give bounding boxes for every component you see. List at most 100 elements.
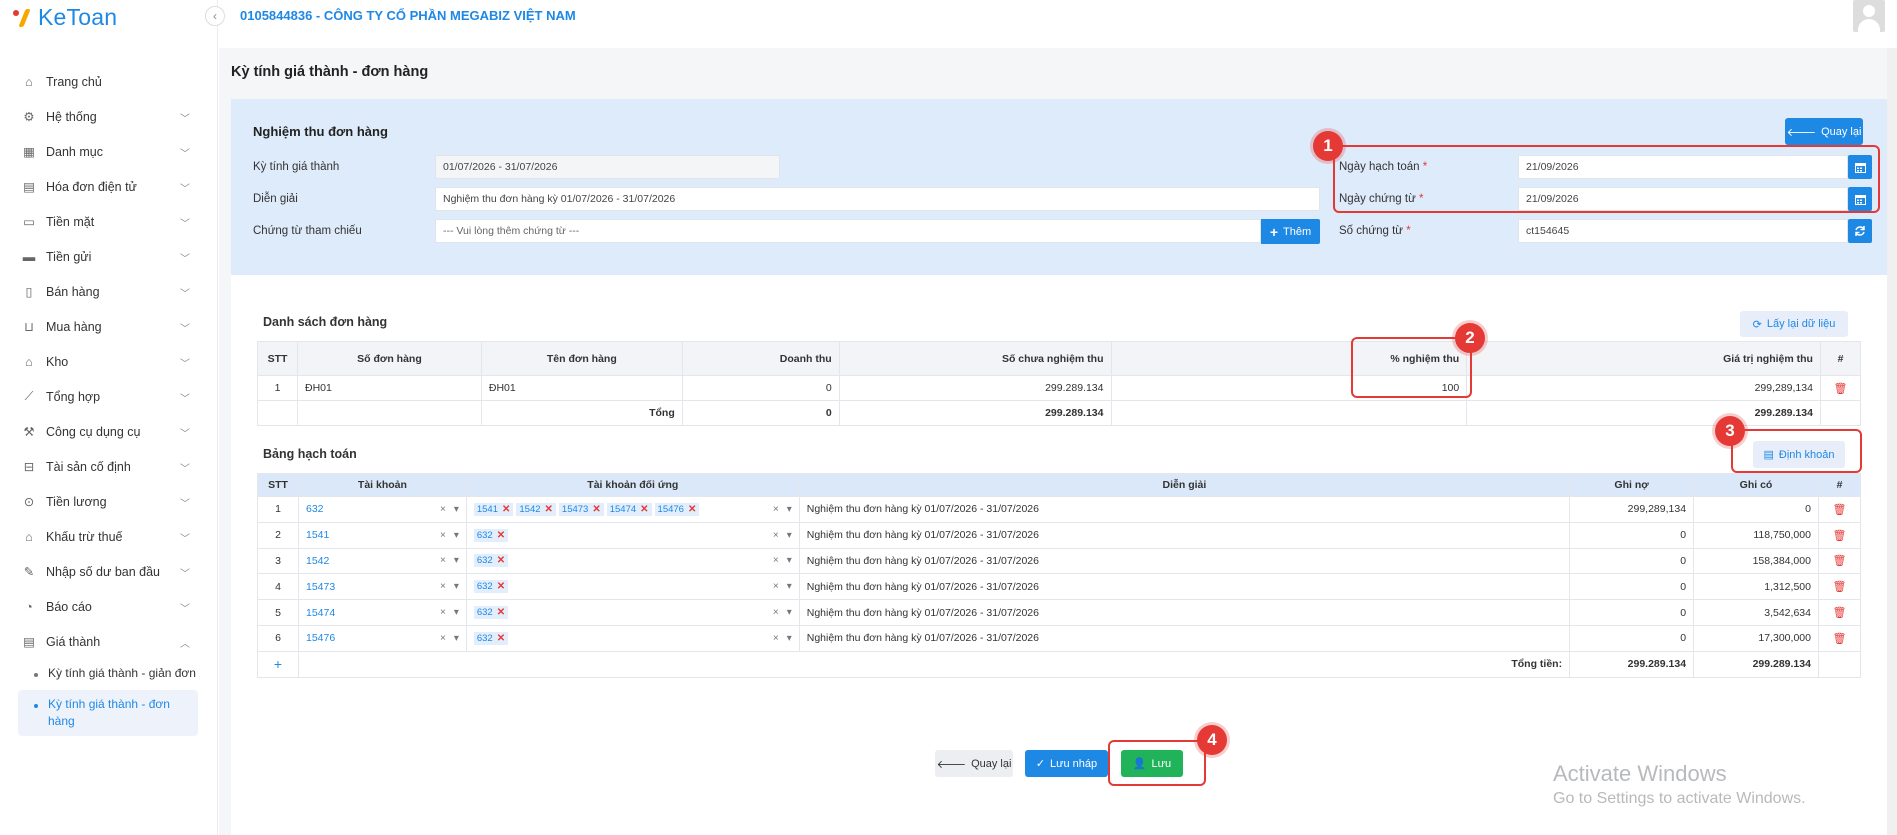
sidebar-item[interactable]: ⌂ Trang chủ — [0, 64, 218, 99]
debit-input[interactable]: 0 — [1569, 547, 1695, 575]
description-input[interactable]: Nghiệm thu đơn hàng kỳ 01/07/2026 - 31/0… — [435, 187, 1320, 211]
sidebar-item[interactable]: ⊟ Tài sản cố định ﹀ — [0, 449, 218, 484]
caret-down-icon[interactable]: ▾ — [454, 530, 459, 541]
debit-input[interactable]: 299,289,134 — [1569, 496, 1695, 523]
sidebar-item[interactable]: ▬ Tiền gửi ﹀ — [0, 239, 218, 274]
account-tag[interactable]: 1542 ✕ — [516, 502, 556, 516]
trash-icon[interactable]: 🗑 — [1817, 573, 1862, 601]
remove-tag-icon[interactable]: ✕ — [497, 581, 505, 592]
clear-icon[interactable]: × — [773, 504, 779, 515]
credit-input[interactable]: 0 — [1693, 496, 1819, 523]
company-name[interactable]: 0105844836 - CÔNG TY CỔ PHẦN MEGABIZ VIỆ… — [240, 8, 576, 23]
clear-icon[interactable]: × — [440, 581, 446, 592]
account-value[interactable]: 1541 — [306, 529, 329, 541]
contra-account-select[interactable]: 632 ✕ × ▾ — [465, 547, 800, 575]
save-draft-button[interactable]: ✓ Lưu nháp — [1025, 750, 1108, 777]
trash-icon[interactable]: 🗑 — [1817, 521, 1862, 549]
credit-input[interactable]: 17,300,000 — [1693, 624, 1819, 652]
caret-down-icon[interactable]: ▾ — [787, 504, 792, 515]
account-tag[interactable]: 632 ✕ — [473, 554, 509, 568]
account-tag[interactable]: 15476 ✕ — [654, 502, 700, 516]
voucher-no-input[interactable]: ct154645 — [1518, 219, 1848, 243]
sidebar-item[interactable]: ▭ Tiền mặt ﹀ — [0, 204, 218, 239]
account-select[interactable]: 15473 × ▾ — [297, 573, 467, 601]
debit-input[interactable]: 0 — [1569, 573, 1695, 601]
sidebar-item[interactable]: ◔ Báo cáo ﹀ — [0, 589, 218, 624]
contra-account-select[interactable]: 632 ✕ × ▾ — [465, 521, 800, 549]
clear-icon[interactable]: × — [773, 555, 779, 566]
add-row-button[interactable]: + — [257, 650, 299, 678]
sidebar-item[interactable]: ⌂ Kho ﹀ — [0, 344, 218, 379]
caret-down-icon[interactable]: ▾ — [787, 607, 792, 618]
remove-tag-icon[interactable]: ✕ — [497, 555, 505, 566]
remove-tag-icon[interactable]: ✕ — [497, 607, 505, 618]
account-select[interactable]: 15474 × ▾ — [297, 599, 467, 626]
add-reference-button[interactable]: + Thêm — [1261, 219, 1320, 244]
sidebar-item[interactable]: ⊔ Mua hàng ﹀ — [0, 309, 218, 344]
caret-down-icon[interactable]: ▾ — [454, 555, 459, 566]
clear-icon[interactable]: × — [773, 530, 779, 541]
caret-down-icon[interactable]: ▾ — [454, 607, 459, 618]
account-tag[interactable]: 15474 ✕ — [606, 502, 652, 516]
account-tag[interactable]: 632 ✕ — [473, 580, 509, 594]
collapse-sidebar-button[interactable]: ‹ — [205, 6, 225, 26]
sidebar-subitem[interactable]: Kỳ tính giá thành - giản đơn — [0, 659, 218, 688]
account-tag[interactable]: 1541 ✕ — [473, 502, 514, 516]
caret-down-icon[interactable]: ▾ — [787, 530, 792, 541]
clear-icon[interactable]: × — [440, 530, 446, 541]
account-value[interactable]: 15476 — [306, 632, 335, 644]
refresh-icon[interactable] — [1848, 219, 1872, 243]
back-button[interactable]: 🡐 Quay lại — [935, 750, 1013, 777]
caret-down-icon[interactable]: ▾ — [787, 581, 792, 592]
remove-tag-icon[interactable]: ✕ — [592, 504, 600, 515]
account-value[interactable]: 632 — [306, 503, 324, 515]
account-select[interactable]: 1542 × ▾ — [297, 547, 467, 575]
clear-icon[interactable]: × — [773, 607, 779, 618]
credit-input[interactable]: 158,384,000 — [1693, 547, 1819, 575]
debit-input[interactable]: 0 — [1569, 521, 1695, 549]
description-input[interactable]: Nghiệm thu đơn hàng kỳ 01/07/2026 - 31/0… — [798, 496, 1571, 523]
clear-icon[interactable]: × — [440, 633, 446, 644]
description-input[interactable]: Nghiệm thu đơn hàng kỳ 01/07/2026 - 31/0… — [798, 573, 1571, 601]
remove-tag-icon[interactable]: ✕ — [545, 504, 553, 515]
contra-account-select[interactable]: 632 ✕ × ▾ — [465, 573, 800, 601]
account-select[interactable]: 15476 × ▾ — [297, 624, 467, 652]
back-button-top[interactable]: 🡐 Quay lại — [1785, 118, 1863, 145]
clear-icon[interactable]: × — [440, 555, 446, 566]
sidebar-item[interactable]: ⌂ Khấu trừ thuế ﹀ — [0, 519, 218, 554]
caret-down-icon[interactable]: ▾ — [454, 504, 459, 515]
caret-down-icon[interactable]: ▾ — [787, 555, 792, 566]
trash-icon[interactable]: 🗑 — [1817, 624, 1862, 652]
debit-input[interactable]: 0 — [1569, 599, 1695, 626]
credit-input[interactable]: 118,750,000 — [1693, 521, 1819, 549]
account-tag[interactable]: 15473 ✕ — [558, 502, 604, 516]
debit-input[interactable]: 0 — [1569, 624, 1695, 652]
clear-icon[interactable]: × — [773, 581, 779, 592]
account-value[interactable]: 15473 — [306, 581, 335, 593]
caret-down-icon[interactable]: ▾ — [454, 581, 459, 592]
account-tag[interactable]: 632 ✕ — [473, 528, 509, 542]
account-tag[interactable]: 632 ✕ — [473, 606, 509, 620]
remove-tag-icon[interactable]: ✕ — [497, 530, 505, 541]
description-input[interactable]: Nghiệm thu đơn hàng kỳ 01/07/2026 - 31/0… — [798, 599, 1571, 626]
trash-icon[interactable]: 🗑 — [1817, 599, 1862, 626]
trash-icon[interactable]: 🗑 — [1819, 375, 1862, 401]
remove-tag-icon[interactable]: ✕ — [502, 504, 510, 515]
sidebar-item[interactable]: ▯ Bán hàng ﹀ — [0, 274, 218, 309]
clear-icon[interactable]: × — [773, 633, 779, 644]
sidebar-subitem[interactable]: Kỳ tính giá thành - đơn hàng — [18, 690, 198, 736]
sidebar-item[interactable]: ▤ Hóa đơn điện tử ﹀ — [0, 169, 218, 204]
caret-down-icon[interactable]: ▾ — [787, 633, 792, 644]
sidebar-item[interactable]: ▦ Danh mục ﹀ — [0, 134, 218, 169]
account-select[interactable]: 1541 × ▾ — [297, 521, 467, 549]
user-avatar[interactable] — [1853, 0, 1885, 32]
sidebar-item[interactable]: ▤ Giá thành ︿ — [0, 624, 218, 659]
credit-input[interactable]: 1,312,500 — [1693, 573, 1819, 601]
account-value[interactable]: 1542 — [306, 555, 329, 567]
account-value[interactable]: 15474 — [306, 607, 335, 619]
account-tag[interactable]: 632 ✕ — [473, 631, 509, 645]
sidebar-item[interactable]: ⚒ Công cụ dụng cụ ﹀ — [0, 414, 218, 449]
trash-icon[interactable]: 🗑 — [1817, 496, 1862, 523]
sidebar-item[interactable]: ⟋ Tổng hợp ﹀ — [0, 379, 218, 414]
description-input[interactable]: Nghiệm thu đơn hàng kỳ 01/07/2026 - 31/0… — [798, 624, 1571, 652]
